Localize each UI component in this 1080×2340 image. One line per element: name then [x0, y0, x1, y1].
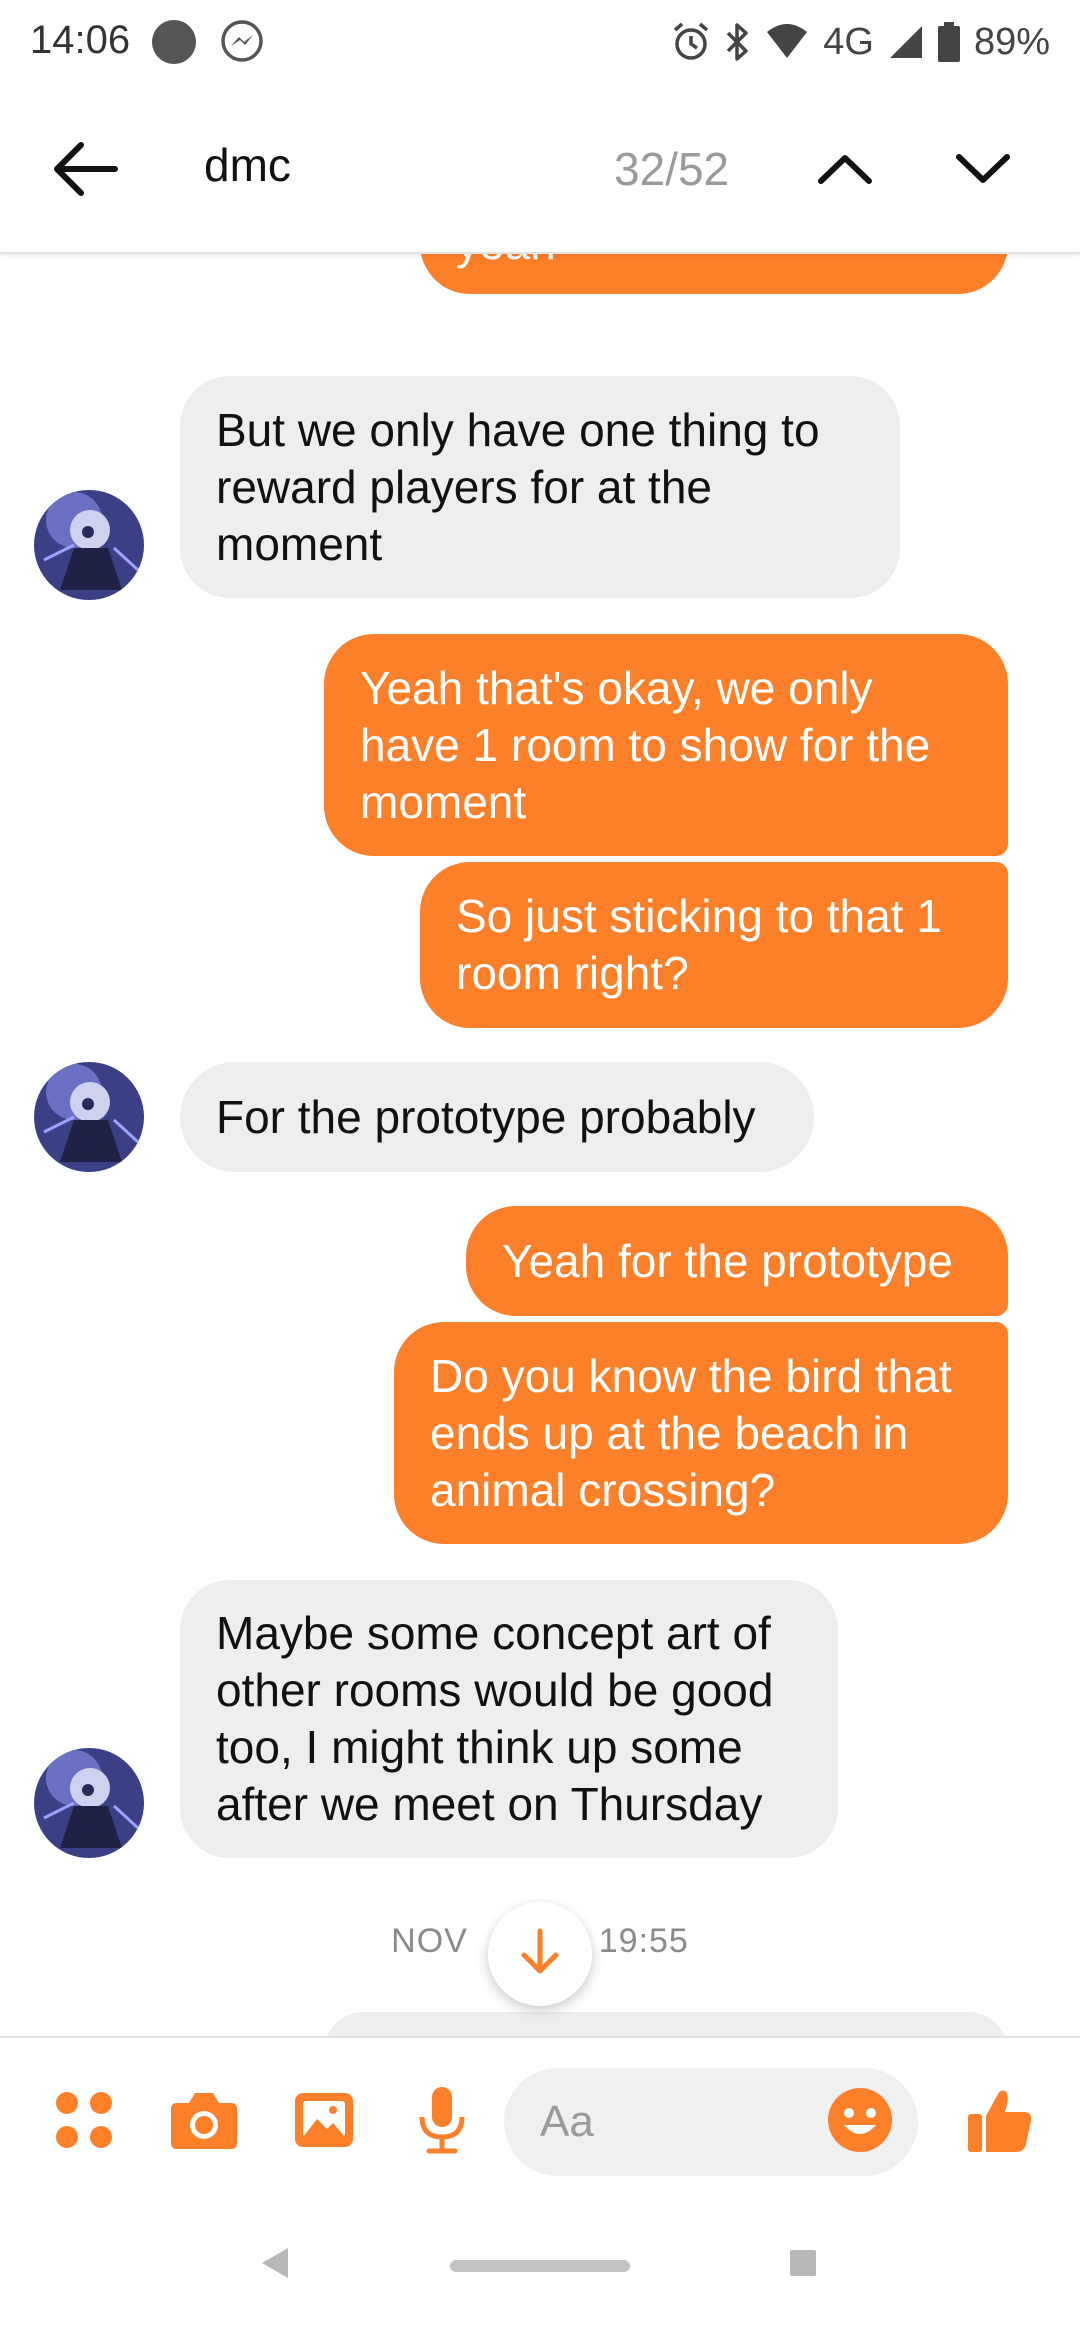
message-text: But we only have one thing to reward pla…	[216, 403, 820, 570]
camera-icon	[169, 2089, 239, 2156]
arrow-down-icon	[518, 1927, 562, 1982]
message-bubble-outgoing[interactable]: yeah	[420, 254, 1008, 294]
chevron-down-icon	[955, 153, 1011, 190]
gallery-button[interactable]	[284, 2082, 364, 2162]
message-text: yeah	[456, 254, 556, 272]
message-text: Yeah that's okay, we only have 1 room to…	[360, 661, 931, 828]
status-bar: 14:06 4G 89%	[0, 0, 1080, 88]
bluetooth-icon	[725, 21, 751, 63]
date-divider-time: 19:55	[598, 1922, 689, 1960]
message-bubble-incoming-partial[interactable]	[324, 2012, 1008, 2036]
date-divider-left: NOV	[391, 1922, 468, 1960]
message-bubble-outgoing[interactable]: Yeah that's okay, we only have 1 room to…	[324, 634, 1008, 856]
message-list[interactable]: yeah But we only have one thing to rewar…	[0, 254, 1080, 2036]
system-nav-bar	[0, 2196, 1080, 2340]
message-input[interactable]	[540, 2068, 790, 2176]
avatar[interactable]	[34, 490, 144, 600]
wifi-icon	[765, 24, 809, 60]
message-field[interactable]	[504, 2068, 918, 2176]
apps-button[interactable]	[44, 2082, 124, 2162]
microphone-icon	[417, 2085, 467, 2160]
message-text: For the prototype probably	[216, 1090, 756, 1143]
gallery-icon	[293, 2091, 355, 2154]
triangle-back-icon	[260, 2246, 290, 2285]
camera-button[interactable]	[164, 2082, 244, 2162]
messenger-icon	[218, 18, 266, 66]
emoji-button[interactable]	[820, 2082, 900, 2162]
message-bubble-outgoing[interactable]: Yeah for the prototype	[466, 1206, 1008, 1316]
apps-grid-icon	[54, 2090, 114, 2155]
match-counter: 32/52	[614, 143, 730, 195]
battery-percent: 89%	[973, 20, 1050, 63]
search-query[interactable]: dmc	[204, 138, 291, 192]
message-bubble-outgoing[interactable]: Do you know the bird that ends up at the…	[394, 1322, 1008, 1544]
message-bubble-incoming[interactable]: For the prototype probably	[180, 1062, 814, 1172]
message-composer	[0, 2036, 1080, 2196]
message-text: So just sticking to that 1 room right?	[456, 890, 942, 999]
system-recents-button[interactable]	[790, 2250, 816, 2276]
signal-icon	[888, 24, 924, 60]
back-arrow-icon	[51, 141, 119, 202]
status-icons: 4G 89%	[671, 16, 1050, 68]
thumbs-up-icon	[966, 2086, 1034, 2159]
scroll-to-bottom-button[interactable]	[488, 1902, 592, 2006]
system-home-button[interactable]	[450, 2260, 630, 2272]
next-match-button[interactable]	[938, 126, 1028, 216]
message-bubble-outgoing[interactable]: So just sticking to that 1 room right?	[420, 862, 1008, 1028]
avatar[interactable]	[34, 1748, 144, 1858]
search-header: dmc 32/52	[0, 88, 1080, 254]
notification-dot-icon	[152, 20, 196, 64]
like-button[interactable]	[960, 2082, 1040, 2162]
emoji-icon	[827, 2087, 893, 2158]
voice-button[interactable]	[402, 2082, 482, 2162]
message-text: Do you know the bird that ends up at the…	[430, 1349, 952, 1516]
status-time: 14:06	[30, 18, 131, 62]
avatar[interactable]	[34, 1062, 144, 1172]
message-bubble-incoming[interactable]: Maybe some concept art of other rooms wo…	[180, 1580, 838, 1858]
message-text: Maybe some concept art of other rooms wo…	[216, 1607, 774, 1830]
battery-icon	[937, 22, 960, 62]
back-button[interactable]	[40, 126, 130, 216]
message-bubble-incoming[interactable]: But we only have one thing to reward pla…	[180, 376, 900, 598]
alarm-icon	[671, 21, 711, 63]
network-type: 4G	[823, 20, 874, 63]
system-back-button[interactable]	[250, 2240, 300, 2290]
chevron-up-icon	[817, 153, 873, 190]
previous-match-button[interactable]	[800, 126, 890, 216]
message-text: Yeah for the prototype	[502, 1234, 953, 1287]
